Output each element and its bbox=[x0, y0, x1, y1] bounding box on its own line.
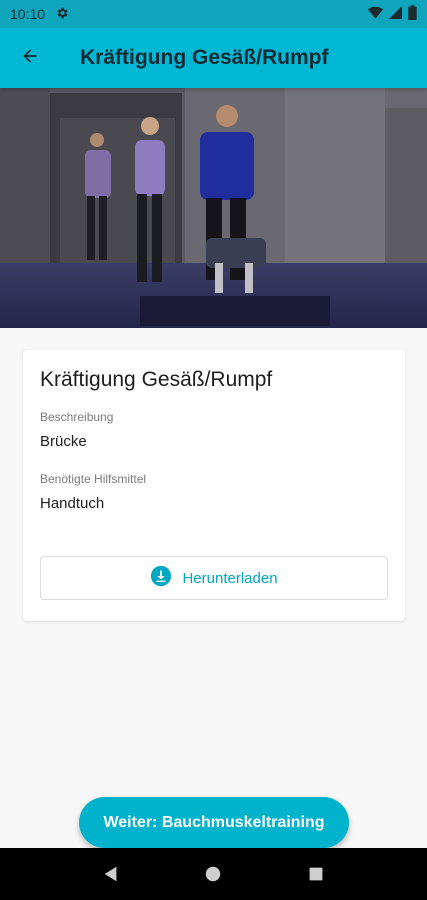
download-label: Herunterladen bbox=[182, 569, 278, 587]
equipment-value: Handtuch bbox=[40, 495, 105, 512]
arrow-back-icon bbox=[20, 46, 40, 71]
signal-icon bbox=[389, 6, 402, 22]
system-nav-bar bbox=[0, 848, 427, 900]
exercise-title: Kräftigung Gesäß/Rumpf bbox=[40, 368, 273, 391]
nav-back-button[interactable] bbox=[96, 859, 126, 889]
exercise-video-thumbnail[interactable] bbox=[0, 88, 427, 328]
next-exercise-label: Weiter: Bauchmuskeltraining bbox=[103, 813, 325, 831]
equipment-label: Benötigte Hilfsmittel bbox=[40, 472, 147, 486]
settings-gear-icon bbox=[55, 6, 69, 23]
nav-recents-button[interactable] bbox=[301, 859, 331, 889]
page-title: Kräftigung Gesäß/Rumpf bbox=[80, 46, 329, 69]
back-button[interactable] bbox=[0, 28, 60, 88]
description-value: Brücke bbox=[40, 433, 87, 450]
exercise-card: Kräftigung Gesäß/Rumpf Beschreibung Brüc… bbox=[23, 350, 405, 621]
app-bar: Kräftigung Gesäß/Rumpf bbox=[0, 28, 427, 88]
triangle-back-icon bbox=[104, 866, 117, 882]
nav-home-button[interactable] bbox=[198, 859, 228, 889]
description-label: Beschreibung bbox=[40, 410, 114, 424]
battery-icon bbox=[408, 5, 417, 23]
download-icon bbox=[150, 565, 172, 592]
status-time: 10:10 bbox=[10, 6, 46, 22]
next-exercise-button[interactable]: Weiter: Bauchmuskeltraining bbox=[79, 797, 349, 848]
download-button[interactable]: Herunterladen bbox=[40, 556, 388, 600]
status-bar: 10:10 bbox=[0, 0, 427, 28]
circle-home-icon bbox=[206, 866, 221, 882]
wifi-icon bbox=[368, 6, 383, 22]
square-recents-icon bbox=[309, 867, 323, 881]
